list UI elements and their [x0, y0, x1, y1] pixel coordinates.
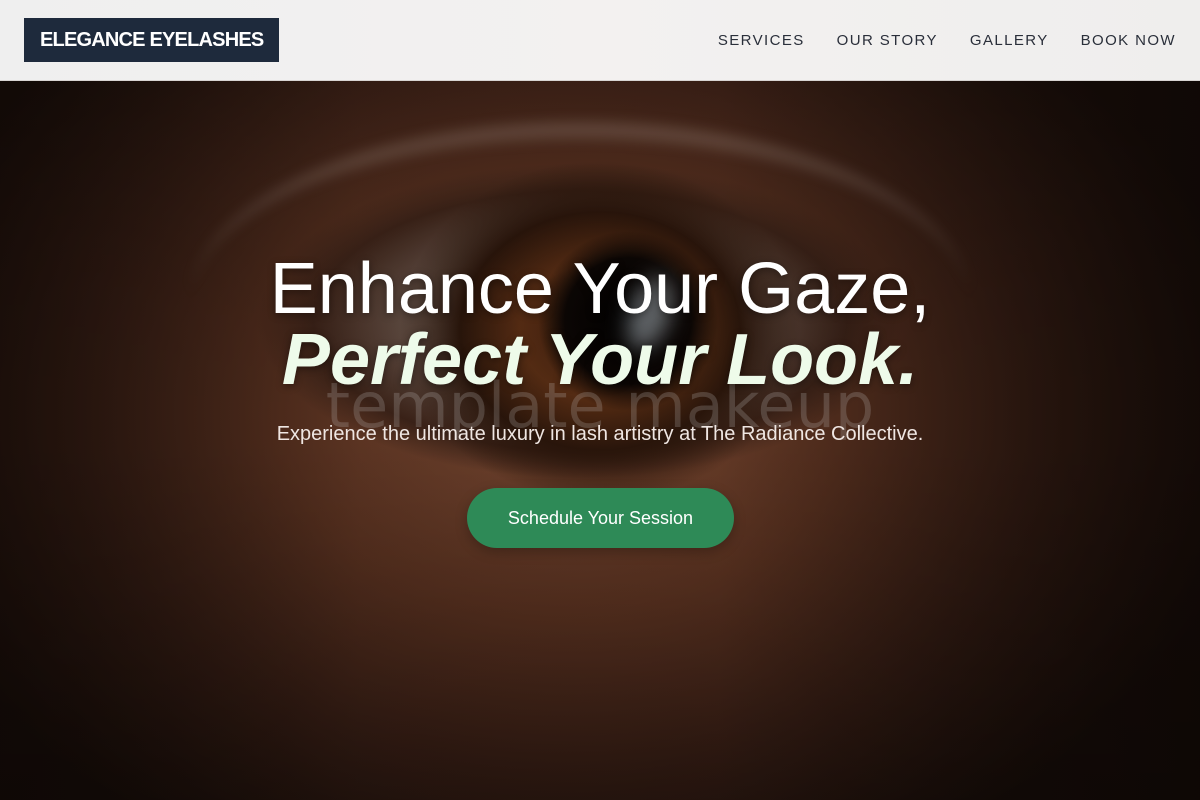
site-header: ELEGANCE EYELASHES SERVICES OUR STORY GA…: [0, 0, 1200, 81]
main-nav: SERVICES OUR STORY GALLERY BOOK NOW: [718, 32, 1176, 49]
schedule-session-button[interactable]: Schedule Your Session: [467, 488, 734, 548]
hero-content: Enhance Your Gaze, template makeup Perfe…: [0, 81, 1200, 800]
site-logo[interactable]: ELEGANCE EYELASHES: [24, 18, 280, 62]
nav-our-story-link[interactable]: OUR STORY: [837, 32, 938, 49]
hero-headline: Enhance Your Gaze,: [269, 249, 931, 329]
nav-book-now-link[interactable]: BOOK NOW: [1081, 32, 1176, 49]
hero-headline-italic: Perfect Your Look.: [281, 320, 919, 400]
nav-gallery-link[interactable]: GALLERY: [970, 32, 1049, 49]
hero-subtitle: Experience the ultimate luxury in lash a…: [276, 423, 924, 445]
nav-services-link[interactable]: SERVICES: [718, 32, 805, 49]
